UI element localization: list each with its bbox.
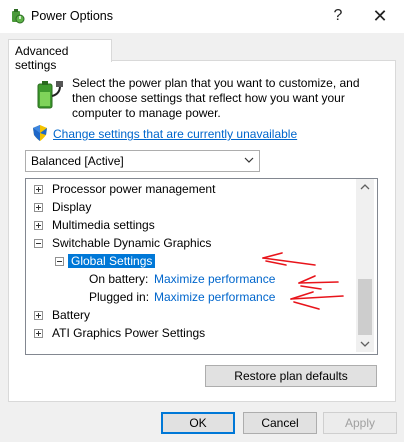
tab-advanced-settings[interactable]: Advanced settings: [8, 39, 112, 72]
ok-button[interactable]: OK: [161, 412, 235, 434]
cancel-button[interactable]: Cancel: [243, 412, 317, 434]
power-options-dialog: Power Options ? ✕ Advanced settings Sele…: [0, 0, 404, 442]
apply-button[interactable]: Apply: [323, 412, 397, 434]
tab-label: Advanced settings: [15, 44, 69, 72]
restore-plan-defaults-button[interactable]: Restore plan defaults: [205, 365, 377, 387]
